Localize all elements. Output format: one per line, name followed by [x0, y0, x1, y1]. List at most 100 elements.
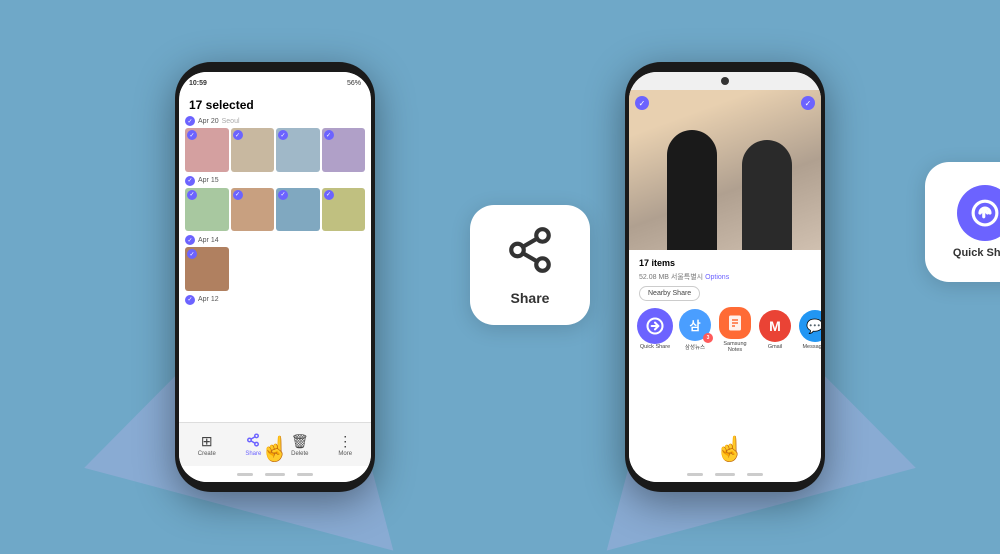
finger-cursor-1: ☝️: [260, 435, 290, 464]
gallery-header: 17 selected: [179, 94, 371, 114]
app-messages[interactable]: 💬 Messages: [799, 310, 821, 350]
finger-cursor-2: ☝️: [715, 435, 745, 464]
app-samsung-news[interactable]: 삼 3 삼성뉴스: [679, 309, 711, 351]
status-bar-1: 10:59 56%: [179, 72, 371, 94]
nav-back[interactable]: [237, 473, 253, 476]
share-box: Share: [470, 205, 590, 325]
check-overlay: ✓: [187, 130, 197, 140]
share-popup-label: Share: [511, 290, 550, 306]
messages-label: Messages: [802, 344, 821, 350]
photo-thumb: ✓: [231, 128, 275, 172]
check-corner-right: ✓: [801, 96, 815, 110]
photo-preview-inner: [629, 90, 821, 250]
quick-share-box: Quick Share: [925, 162, 1000, 282]
nav-home[interactable]: [265, 473, 285, 476]
check-overlay: ✓: [187, 249, 197, 259]
nav-recent-2[interactable]: [747, 473, 763, 476]
toolbar-more-label: More: [338, 451, 352, 457]
time-display: 10:59: [189, 80, 207, 87]
nearby-share-button[interactable]: Nearby Share: [639, 286, 700, 301]
photo-thumb: ✓: [185, 188, 229, 232]
photo-grid-apr20: ✓ ✓ ✓ ✓: [185, 128, 365, 172]
quickshare-label: Quick Share: [640, 344, 670, 350]
toolbar-delete-label: Delete: [291, 451, 308, 457]
app-gmail[interactable]: M Gmail: [759, 310, 791, 350]
camera-dot: [721, 77, 729, 85]
samsung-notes-icon[interactable]: [719, 307, 751, 339]
date-section-apr12: ✓ Apr 12: [185, 295, 365, 305]
toolbar-delete[interactable]: 🗑 Delete: [291, 433, 309, 457]
notch-area: [629, 72, 821, 90]
nav-recent[interactable]: [297, 473, 313, 476]
quick-share-label: Quick Share: [953, 247, 1000, 259]
check-overlay: ✓: [278, 190, 288, 200]
toolbar-create[interactable]: ⊞ Create: [198, 433, 216, 457]
check-icon-apr15: ✓: [185, 176, 195, 186]
share-popup: Share: [470, 205, 590, 325]
location-text: 서울특별시: [671, 274, 703, 281]
date-label-apr20: Apr 20: [198, 118, 219, 125]
location-apr20: Seoul: [222, 118, 240, 125]
photo-thumb: ✓: [322, 128, 366, 172]
toolbar-more[interactable]: ⋮ More: [338, 433, 352, 457]
more-icon: ⋮: [338, 433, 352, 450]
items-sub-info: 52.08 MB 서울특별시 Options: [639, 272, 811, 282]
toolbar-share-label: Share: [245, 451, 261, 457]
left-panel: 10:59 56% 17 selected ✓ Apr 20 Seoul ✓: [50, 0, 500, 554]
photo-thumb: ✓: [231, 188, 275, 232]
news-badge: 3: [703, 333, 713, 343]
check-icon-apr20: ✓: [185, 116, 195, 126]
person-silhouette-right: [742, 140, 792, 250]
delete-icon: 🗑: [291, 433, 309, 450]
quick-share-popup: Quick Share: [925, 162, 1000, 282]
quick-share-circle: [957, 185, 1000, 241]
photo-thumb: ✓: [276, 188, 320, 232]
app-samsung-notes[interactable]: Samsung Notes: [719, 307, 751, 353]
photo-thumb: ✓: [276, 128, 320, 172]
photo-thumb: ✓: [185, 247, 229, 291]
messages-icon[interactable]: 💬: [799, 310, 821, 342]
check-overlay: ✓: [324, 190, 334, 200]
app-quickshare[interactable]: Quick Share: [639, 310, 671, 350]
battery-display: 56%: [347, 80, 361, 87]
check-corner-left: ✓: [635, 96, 649, 110]
toolbar-share[interactable]: Share: [245, 433, 261, 457]
check-overlay: ✓: [278, 130, 288, 140]
toolbar-create-label: Create: [198, 451, 216, 457]
samsung-news-icon[interactable]: 삼 3: [679, 309, 711, 341]
nav-back-2[interactable]: [687, 473, 703, 476]
quickshare-app-icon[interactable]: [639, 310, 671, 342]
check-overlay: ✓: [233, 190, 243, 200]
nav-bar-1: [179, 466, 371, 482]
date-label-apr14: Apr 14: [198, 237, 219, 244]
phone-1: 10:59 56% 17 selected ✓ Apr 20 Seoul ✓: [175, 62, 375, 492]
items-count: 17 items: [639, 258, 811, 268]
nav-home-2[interactable]: [715, 473, 735, 476]
share-panel: 17 items 52.08 MB 서울특별시 Options Nearby S…: [629, 250, 821, 466]
check-icon-apr12: ✓: [185, 295, 195, 305]
file-size: 52.08 MB: [639, 274, 669, 281]
photo-preview: ✓ ✓: [629, 90, 821, 250]
photo-thumb: ✓: [322, 188, 366, 232]
check-icon-apr14: ✓: [185, 235, 195, 245]
gallery-body: ✓ Apr 20 Seoul ✓ ✓ ✓: [179, 114, 371, 422]
options-link[interactable]: Options: [705, 274, 729, 281]
check-overlay: ✓: [187, 190, 197, 200]
date-section-apr14: ✓ Apr 14 ✓: [185, 235, 365, 291]
date-label-apr15: Apr 15: [198, 177, 219, 184]
app-row: Quick Share 삼 3 삼성뉴스: [639, 305, 811, 353]
date-section-apr20: ✓ Apr 20 Seoul ✓ ✓ ✓: [185, 116, 365, 172]
check-overlay: ✓: [233, 130, 243, 140]
share-icon-toolbar: [246, 433, 260, 450]
create-icon: ⊞: [201, 433, 213, 450]
phone-2: ✓ ✓ 17 items 52.08 MB 서울특별시 Options Near…: [625, 62, 825, 492]
gmail-icon[interactable]: M: [759, 310, 791, 342]
person-silhouette-left: [667, 130, 717, 250]
samsung-notes-label: Samsung Notes: [719, 341, 751, 353]
photo-thumb: ✓: [185, 128, 229, 172]
photo-grid-apr14: ✓: [185, 247, 365, 291]
date-section-apr15: ✓ Apr 15 ✓ ✓ ✓ ✓: [185, 176, 365, 232]
share-icon-large: [505, 225, 555, 284]
photo-grid-apr15: ✓ ✓ ✓ ✓: [185, 188, 365, 232]
check-overlay: ✓: [324, 130, 334, 140]
